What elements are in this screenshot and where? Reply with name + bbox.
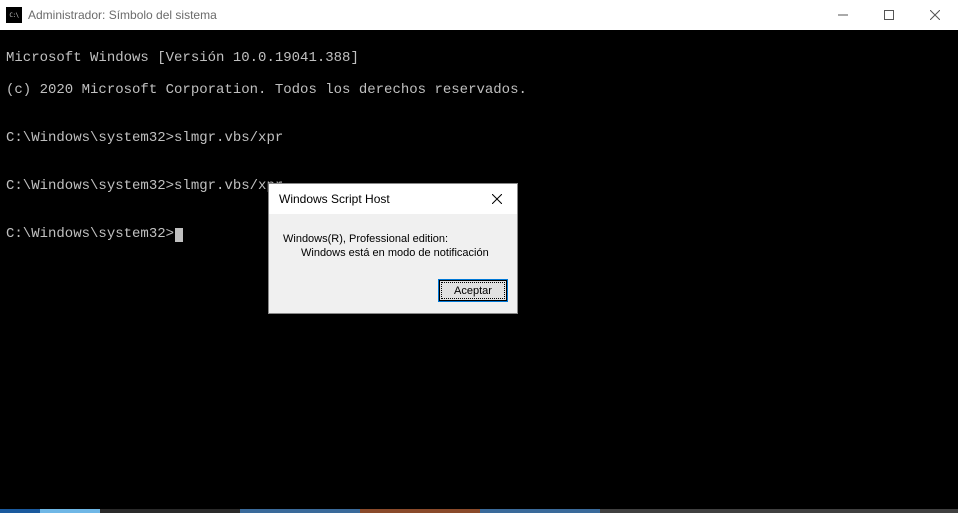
- taskbar-segment: [0, 509, 40, 513]
- command: slmgr.vbs/xpr: [174, 178, 283, 194]
- close-button[interactable]: [912, 0, 958, 30]
- close-icon: [930, 10, 940, 20]
- prompt: C:\Windows\system32>: [6, 178, 174, 194]
- terminal-line: (c) 2020 Microsoft Corporation. Todos lo…: [6, 82, 952, 98]
- dialog-title-bar: Windows Script Host: [269, 184, 517, 214]
- taskbar-segment: [100, 509, 240, 513]
- maximize-icon: [884, 10, 894, 20]
- taskbar-segment: [240, 509, 360, 513]
- command: slmgr.vbs/xpr: [174, 130, 283, 146]
- accept-button[interactable]: Aceptar: [439, 280, 507, 301]
- window-title-bar: Administrador: Símbolo del sistema: [0, 0, 958, 30]
- terminal-cursor: [175, 228, 183, 242]
- maximize-button[interactable]: [866, 0, 912, 30]
- taskbar-segment: [40, 509, 100, 513]
- prompt: C:\Windows\system32>: [6, 130, 174, 146]
- dialog-body: Windows(R), Professional edition: Window…: [269, 214, 517, 270]
- window-controls: [820, 0, 958, 30]
- taskbar-segment: [480, 509, 600, 513]
- taskbar[interactable]: [0, 509, 958, 513]
- close-icon: [492, 194, 502, 204]
- dialog-footer: Aceptar: [269, 270, 517, 313]
- terminal-line: C:\Windows\system32>slmgr.vbs/xpr: [6, 130, 952, 146]
- taskbar-segment: [600, 509, 958, 513]
- taskbar-segment: [360, 509, 480, 513]
- minimize-icon: [838, 10, 848, 20]
- minimize-button[interactable]: [820, 0, 866, 30]
- prompt: C:\Windows\system32>: [6, 226, 174, 242]
- dialog-title: Windows Script Host: [279, 192, 390, 206]
- dialog-message-line: Windows está en modo de notificación: [283, 246, 505, 260]
- dialog-close-button[interactable]: [477, 184, 517, 214]
- dialog-message-line: Windows(R), Professional edition:: [283, 232, 505, 246]
- window-title: Administrador: Símbolo del sistema: [28, 8, 217, 22]
- terminal-line: Microsoft Windows [Versión 10.0.19041.38…: [6, 50, 952, 66]
- script-host-dialog: Windows Script Host Windows(R), Professi…: [268, 183, 518, 314]
- cmd-icon: [6, 7, 22, 23]
